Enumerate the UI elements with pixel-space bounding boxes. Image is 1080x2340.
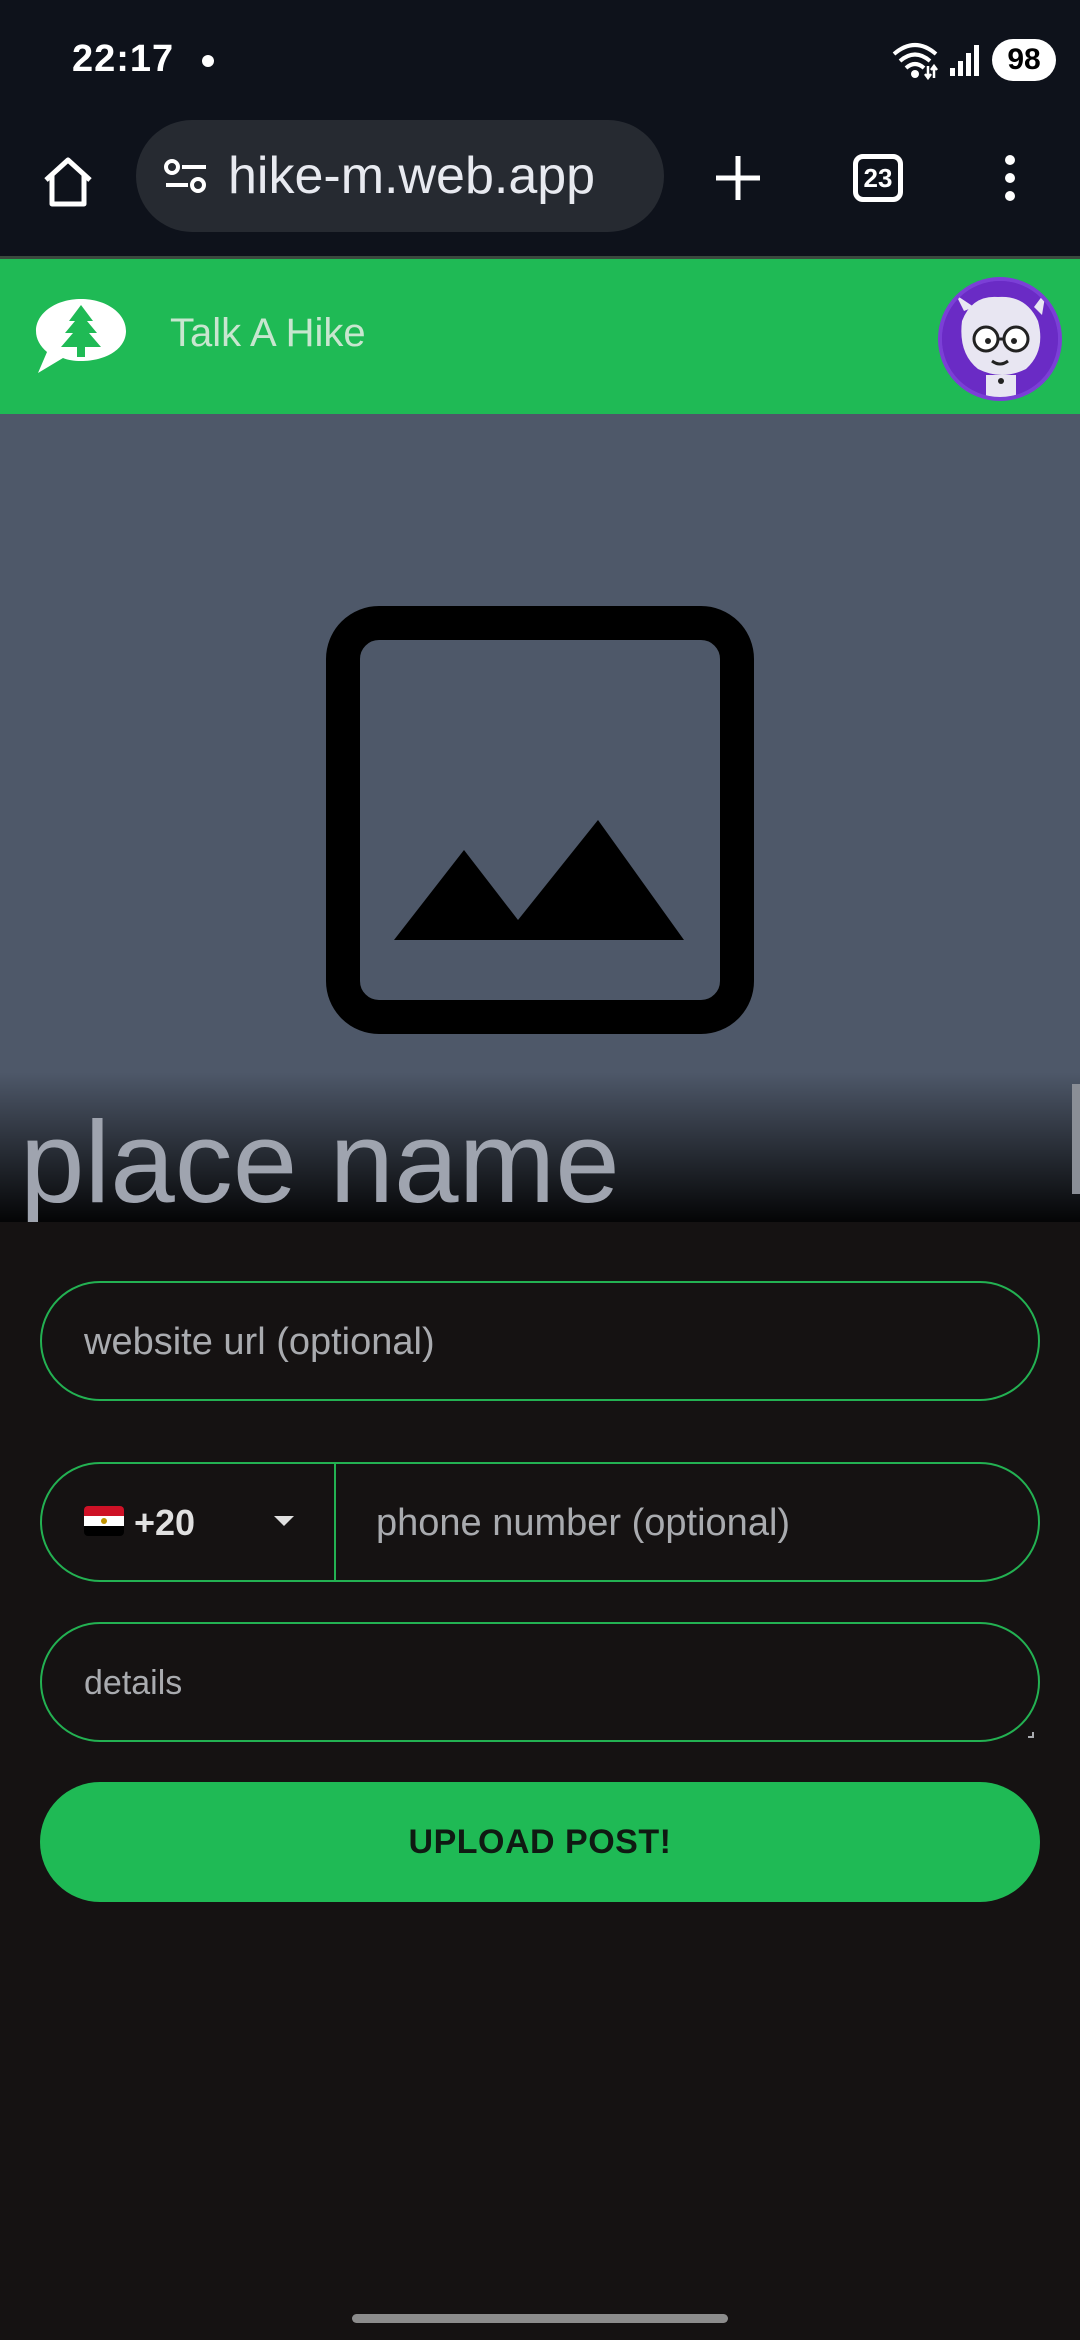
browser-menu-button[interactable]: [972, 140, 1048, 216]
status-icons: 98: [890, 36, 1056, 84]
new-tab-button[interactable]: [700, 140, 776, 216]
details-textarea[interactable]: details: [40, 1622, 1040, 1742]
user-avatar[interactable]: [938, 277, 1062, 401]
scrollbar-thumb[interactable]: [1072, 1084, 1080, 1194]
status-time: 22:17: [72, 38, 175, 80]
phone-number-field[interactable]: +20 phone number (optional): [40, 1462, 1040, 1582]
egypt-flag-icon: [84, 1506, 124, 1536]
url-text[interactable]: hike-m.web.app: [228, 146, 595, 206]
image-placeholder-icon: [326, 606, 754, 1034]
post-image-area[interactable]: place name: [0, 414, 1080, 1222]
home-button[interactable]: [32, 146, 104, 218]
notification-dot-icon: [202, 55, 214, 67]
website-url-placeholder: website url (optional): [84, 1321, 435, 1363]
app-title: Talk A Hike: [170, 311, 366, 355]
app-header: Talk A Hike: [0, 256, 1080, 414]
country-code-select[interactable]: +20: [42, 1464, 336, 1580]
signal-icon: [950, 45, 979, 76]
home-icon: [44, 157, 92, 207]
gesture-navigation-bar[interactable]: [352, 2314, 728, 2323]
address-bar[interactable]: hike-m.web.app: [136, 120, 664, 232]
site-settings-button[interactable]: [154, 144, 218, 208]
website-url-field[interactable]: website url (optional): [40, 1281, 1040, 1401]
upload-post-button[interactable]: UPLOAD POST!: [40, 1782, 1040, 1902]
more-vert-icon: [1005, 155, 1015, 201]
tab-count: 23: [853, 154, 903, 202]
dial-code: +20: [134, 1502, 196, 1543]
tab-switcher-button[interactable]: 23: [840, 140, 916, 216]
details-placeholder: details: [84, 1664, 183, 1702]
resize-handle-icon[interactable]: [1028, 1732, 1034, 1738]
logo-tree-speech-bubble-icon[interactable]: [32, 295, 130, 379]
tune-icon: [164, 159, 206, 193]
chevron-down-icon: [274, 1516, 294, 1526]
wifi-icon: [892, 43, 938, 80]
battery-indicator: 98: [992, 39, 1056, 81]
browser-toolbar: hike-m.web.app 23: [0, 120, 1080, 256]
phone-number-input[interactable]: phone number (optional): [376, 1502, 790, 1545]
cartoon-character-avatar-icon: [942, 281, 1058, 397]
plus-icon: [716, 156, 760, 200]
place-name-input[interactable]: place name: [20, 1104, 620, 1220]
status-bar: 22:17 98: [0, 0, 1080, 120]
